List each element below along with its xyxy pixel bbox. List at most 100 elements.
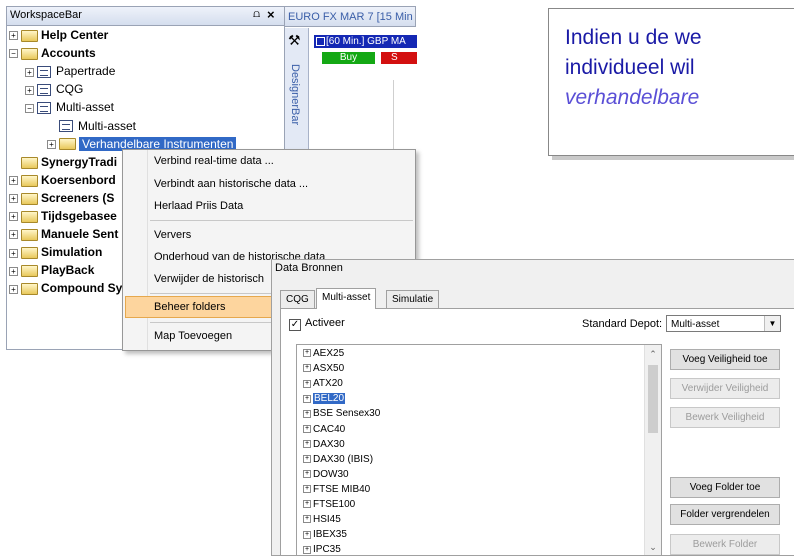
expand-icon[interactable]: + <box>9 212 18 222</box>
expand-icon[interactable]: + <box>303 424 311 433</box>
menu-item-refresh[interactable]: Ververs <box>154 225 191 245</box>
chart-window-tab[interactable]: EURO FX MAR 7 [15 Min <box>284 6 416 27</box>
list-item[interactable]: + ASX50 <box>303 362 344 375</box>
tree-item-label: SynergyTradi <box>41 154 118 169</box>
tree-item[interactable]: + CQG <box>25 81 83 98</box>
tree-item[interactable]: + Help Center <box>9 27 108 44</box>
list-item[interactable]: + BEL20 <box>303 392 346 405</box>
expand-icon[interactable]: + <box>303 470 311 479</box>
list-item[interactable]: + ATX20 <box>303 377 343 390</box>
menu-item-connect-realtime[interactable]: Verbind real-time data ... <box>154 151 274 171</box>
tree-item[interactable]: + Papertrade <box>25 63 115 80</box>
scrollbar-thumb[interactable] <box>648 365 658 433</box>
list-item[interactable]: + AEX25 <box>303 347 344 360</box>
menu-icon-gutter <box>123 150 148 350</box>
expand-icon[interactable]: + <box>25 85 34 95</box>
expand-icon[interactable]: + <box>47 139 56 149</box>
tab-cqg[interactable]: CQG <box>280 290 315 308</box>
expand-icon[interactable]: + <box>303 485 311 494</box>
buy-button[interactable]: Buy <box>322 52 375 64</box>
list-item[interactable]: + HSI45 <box>303 513 341 526</box>
expand-icon[interactable]: + <box>303 500 311 509</box>
expand-icon[interactable]: + <box>303 515 311 524</box>
instrument-label: DAX30 <box>313 438 345 450</box>
workspace-bar-titlebar: WorkspaceBar ⩍ × <box>7 7 284 26</box>
menu-item-manage-folders[interactable]: Beheer folders <box>154 297 226 317</box>
expand-icon[interactable]: + <box>303 455 311 464</box>
collapse-icon[interactable]: − <box>9 49 18 59</box>
expand-icon[interactable]: + <box>303 439 311 448</box>
tree-item-label: Simulation <box>41 245 103 260</box>
add-security-button[interactable]: Voeg Veiligheid toe <box>670 349 780 370</box>
expand-icon[interactable]: + <box>9 31 18 41</box>
menu-item-add-folder[interactable]: Map Toevoegen <box>154 326 232 346</box>
pin-icon[interactable]: ⩍ <box>253 8 260 21</box>
chart-header: [60 Min.] GBP MA <box>314 35 417 48</box>
tab-simulatie[interactable]: Simulatie <box>386 290 440 308</box>
expand-icon[interactable]: + <box>303 545 311 554</box>
expand-icon[interactable]: + <box>9 248 18 258</box>
folder-icon <box>21 156 38 169</box>
tree-item[interactable]: − Multi-asset <box>25 99 114 116</box>
tree-item[interactable]: + PlayBack <box>9 262 94 279</box>
scroll-up-icon[interactable]: ⌃ <box>645 347 661 361</box>
list-item[interactable]: + DOW30 <box>303 468 349 481</box>
list-item[interactable]: + DAX30 <box>303 438 345 451</box>
list-item[interactable]: + BSE Sensex30 <box>303 407 380 420</box>
tools-icon[interactable]: ⚒ <box>288 32 301 49</box>
tree-item[interactable]: SynergyTradi <box>9 154 117 171</box>
tree-item[interactable]: − Accounts <box>9 45 96 62</box>
list-item[interactable]: + IBEX35 <box>303 528 347 541</box>
activeer-label: Activeer <box>305 317 345 329</box>
tree-item[interactable]: + Tijdsgebasee <box>9 208 117 225</box>
expand-icon[interactable]: + <box>303 409 311 418</box>
instrument-label: FTSE MIB40 <box>313 483 371 495</box>
menu-item-reload-price-data[interactable]: Herlaad Priis Data <box>154 196 243 216</box>
menu-item-connect-historical[interactable]: Verbindt aan historische data ... <box>154 174 308 194</box>
list-item[interactable]: + FTSE MIB40 <box>303 483 370 496</box>
list-scrollbar[interactable]: ⌃ ⌄ <box>644 345 661 555</box>
tree-item[interactable]: + Simulation <box>9 244 102 261</box>
list-item[interactable]: + IPC35 <box>303 543 341 555</box>
collapse-icon[interactable]: − <box>25 103 34 113</box>
expand-icon[interactable]: + <box>9 176 18 186</box>
tree-item[interactable]: + Koersenbord <box>9 172 116 189</box>
list-item[interactable]: + FTSE100 <box>303 498 355 511</box>
edit-security-button[interactable]: Bewerk Veiligheid <box>670 407 780 428</box>
standard-depot-select[interactable]: Multi-asset ▼ <box>666 315 781 332</box>
lock-folder-button[interactable]: Folder vergrendelen <box>670 504 780 525</box>
expand-icon[interactable]: + <box>9 266 18 276</box>
scroll-down-icon[interactable]: ⌄ <box>645 540 661 554</box>
instrument-label: DOW30 <box>313 468 349 480</box>
expand-icon[interactable]: + <box>9 284 18 294</box>
expand-icon[interactable]: + <box>303 349 311 358</box>
expand-icon[interactable]: + <box>303 530 311 539</box>
add-folder-button[interactable]: Voeg Folder toe <box>670 477 780 498</box>
expand-icon[interactable]: + <box>303 394 311 403</box>
expand-icon[interactable]: + <box>9 194 18 204</box>
instruction-callout: Indien u de we individueel wil verhandel… <box>548 8 794 156</box>
instrument-label: CAC40 <box>313 423 346 435</box>
instrument-label: ASX50 <box>313 363 345 375</box>
activeer-checkbox[interactable]: ✓ <box>289 319 301 331</box>
expand-icon[interactable]: + <box>303 364 311 373</box>
tree-item[interactable]: + Manuele Sent <box>9 226 118 243</box>
instrument-label: AEX25 <box>313 348 345 359</box>
chevron-down-icon[interactable]: ▼ <box>764 316 780 331</box>
close-icon[interactable]: × <box>267 7 275 22</box>
tab-multi-asset[interactable]: Multi-asset <box>316 288 377 309</box>
edit-folder-button[interactable]: Bewerk Folder <box>670 534 780 555</box>
instrument-list[interactable]: ⌃ ⌄ + AEX25 + ASX50 + ATX20 + BEL20 + BSE Sensex3… <box>296 344 662 555</box>
folder-icon <box>21 210 38 223</box>
tree-item[interactable]: Multi-asset <box>47 118 136 135</box>
expand-icon[interactable]: + <box>9 230 18 240</box>
tree-item[interactable]: + Screeners (S <box>9 190 114 207</box>
expand-icon[interactable]: + <box>25 67 34 77</box>
tree-item[interactable]: + Compound Sy <box>9 280 122 297</box>
sell-button[interactable]: S <box>381 52 417 64</box>
list-item[interactable]: + CAC40 <box>303 423 345 436</box>
menu-item-delete-historical[interactable]: Verwijder de historisch <box>154 269 264 289</box>
list-item[interactable]: + DAX30 (IBIS) <box>303 453 373 466</box>
expand-icon[interactable]: + <box>303 379 311 388</box>
remove-security-button[interactable]: Verwijder Veiligheid <box>670 378 780 399</box>
